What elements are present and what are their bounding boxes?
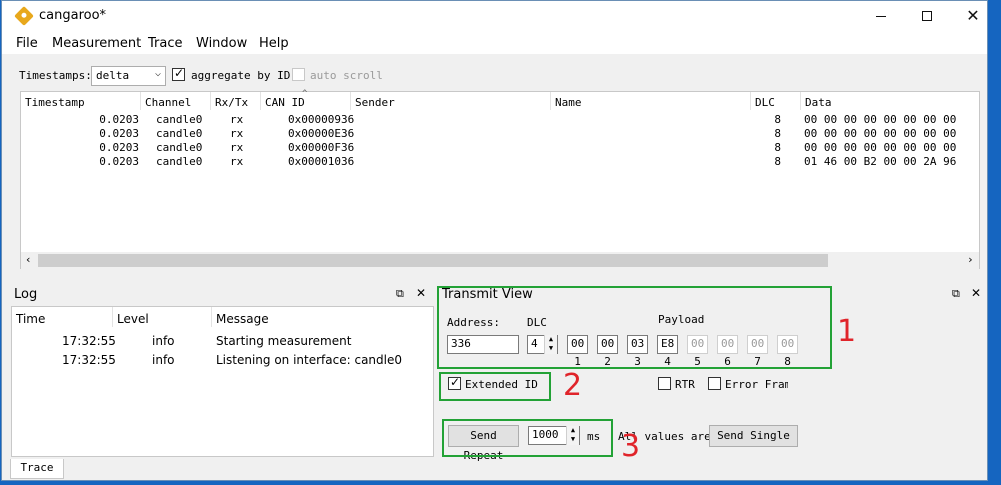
error-frame-label: Error Frame xyxy=(725,378,788,391)
trace-row[interactable]: 0.0203 candle0 rx 0x00000F36 8 00 00 00 … xyxy=(21,141,979,155)
log-table: Time Level Message 17:32:55 info Startin… xyxy=(11,306,434,457)
rtr-checkbox[interactable] xyxy=(658,377,671,390)
minimize-icon xyxy=(876,15,886,17)
maximize-icon xyxy=(922,11,932,21)
log-time: 17:32:55 xyxy=(62,334,116,348)
close-icon[interactable]: ✕ xyxy=(971,286,981,300)
column-header-sender[interactable]: Sender xyxy=(355,96,395,109)
trace-timestamp: 0.0203 xyxy=(99,127,139,140)
autoscroll-label: auto scroll xyxy=(310,69,383,82)
menu-window[interactable]: Window xyxy=(196,36,247,51)
trace-data: 01 46 00 B2 00 00 2A 96 xyxy=(804,155,957,168)
column-header-timestamp[interactable]: Timestamp xyxy=(25,96,85,109)
column-header-name[interactable]: Name xyxy=(555,96,582,109)
trace-data: 00 00 00 00 00 00 00 00 xyxy=(804,113,957,126)
tab-trace[interactable]: Trace xyxy=(10,459,64,479)
autoscroll-checkbox[interactable] xyxy=(292,68,305,81)
trace-row[interactable]: 0.0203 candle0 rx 0x00001036 8 01 46 00 … xyxy=(21,155,979,169)
send-single-button[interactable]: Send Single xyxy=(709,425,798,447)
close-icon[interactable]: ✕ xyxy=(416,286,426,300)
annotation-number-2: 2 xyxy=(563,368,583,403)
trace-can-id: 0x00001036 xyxy=(288,155,355,168)
column-header-data[interactable]: Data xyxy=(805,96,832,109)
float-icon[interactable]: ⧉ xyxy=(952,287,960,301)
trace-can-id: 0x00000E36 xyxy=(288,127,355,140)
log-row[interactable]: 17:32:55 info Listening on interface: ca… xyxy=(12,353,433,371)
trace-channel: candle0 xyxy=(156,113,203,126)
trace-dlc: 8 xyxy=(774,127,781,140)
trace-rxtx: rx xyxy=(230,127,244,140)
menu-trace[interactable]: Trace xyxy=(148,36,183,51)
log-message: Listening on interface: candle0 xyxy=(216,353,402,367)
scrollbar-thumb[interactable] xyxy=(38,254,828,267)
menu-measurement[interactable]: Measurement xyxy=(52,36,141,51)
annotation-box-3 xyxy=(442,419,613,457)
menu-help[interactable]: Help xyxy=(259,36,289,51)
annotation-box-1 xyxy=(437,286,832,369)
aggregate-label: aggregate by ID xyxy=(191,69,291,82)
timestamps-label: Timestamps: xyxy=(19,69,92,82)
scroll-right-icon[interactable]: › xyxy=(967,253,974,266)
trace-dlc: 8 xyxy=(774,155,781,168)
rtr-label: RTR xyxy=(675,378,695,391)
chevron-down-icon: ⌵ xyxy=(154,68,161,79)
trace-timestamp: 0.0203 xyxy=(99,113,139,126)
log-header-message[interactable]: Message xyxy=(216,312,269,326)
log-row[interactable]: 17:32:55 info Starting measurement xyxy=(12,334,433,352)
trace-rxtx: rx xyxy=(230,155,244,168)
trace-rxtx: rx xyxy=(230,141,244,154)
timestamps-value: delta xyxy=(96,69,130,82)
log-dock-title: Log xyxy=(14,287,38,302)
log-message: Starting measurement xyxy=(216,334,352,348)
timestamps-select[interactable]: delta ⌵ xyxy=(91,66,166,86)
horizontal-scrollbar[interactable]: ‹ › xyxy=(21,252,979,269)
menu-file[interactable]: File xyxy=(16,36,38,51)
window-title: cangaroo* xyxy=(39,8,107,23)
trace-can-id: 0x00000936 xyxy=(288,113,355,126)
column-header-dlc[interactable]: DLC xyxy=(755,96,775,109)
trace-channel: candle0 xyxy=(156,155,203,168)
minimize-button[interactable] xyxy=(858,1,904,32)
column-header-channel[interactable]: Channel xyxy=(145,96,191,109)
column-header-rxtx[interactable]: Rx/Tx xyxy=(215,96,248,109)
error-frame-checkbox[interactable] xyxy=(708,377,721,390)
aggregate-checkbox[interactable] xyxy=(172,66,185,81)
log-level: info xyxy=(152,334,175,348)
close-button[interactable]: ✕ xyxy=(950,1,987,32)
trace-toolbar: Timestamps: delta ⌵ aggregate by ID auto… xyxy=(2,57,987,91)
app-window: cangaroo* ✕ File Measurement Trace Windo… xyxy=(1,0,988,481)
trace-table: Timestamp Channel Rx/Tx CAN ID ^ Sender … xyxy=(20,89,980,269)
trace-rxtx: rx xyxy=(230,113,244,126)
trace-row[interactable]: 0.0203 candle0 rx 0x00000936 8 00 00 00 … xyxy=(21,113,979,127)
sort-ascending-icon: ^ xyxy=(302,89,308,99)
float-icon[interactable]: ⧉ xyxy=(396,287,404,301)
trace-data: 00 00 00 00 00 00 00 00 xyxy=(804,127,957,140)
annotation-number-3: 3 xyxy=(621,429,641,464)
log-dock: Log ⧉ ✕ Time Level Message 17:32:55 info… xyxy=(11,284,434,457)
trace-channel: candle0 xyxy=(156,127,203,140)
column-header-can-id[interactable]: CAN ID xyxy=(265,96,305,109)
kangaroo-app-icon xyxy=(14,6,34,26)
trace-data: 00 00 00 00 00 00 00 00 xyxy=(804,141,957,154)
annotation-box-2 xyxy=(439,372,551,401)
trace-timestamp: 0.0203 xyxy=(99,155,139,168)
trace-channel: candle0 xyxy=(156,141,203,154)
annotation-number-1: 1 xyxy=(837,314,857,349)
maximize-button[interactable] xyxy=(904,1,950,32)
trace-dlc: 8 xyxy=(774,113,781,126)
scroll-left-icon[interactable]: ‹ xyxy=(25,253,32,266)
log-header-level[interactable]: Level xyxy=(117,312,149,326)
trace-timestamp: 0.0203 xyxy=(99,141,139,154)
trace-dlc: 8 xyxy=(774,141,781,154)
trace-can-id: 0x00000F36 xyxy=(288,141,355,154)
log-level: info xyxy=(152,353,175,367)
log-header-time[interactable]: Time xyxy=(16,312,45,326)
title-bar: cangaroo* ✕ xyxy=(2,1,987,32)
trace-row[interactable]: 0.0203 candle0 rx 0x00000E36 8 00 00 00 … xyxy=(21,127,979,141)
close-icon: ✕ xyxy=(966,6,980,25)
log-time: 17:32:55 xyxy=(62,353,116,367)
menu-bar: File Measurement Trace Window Help xyxy=(2,32,987,54)
